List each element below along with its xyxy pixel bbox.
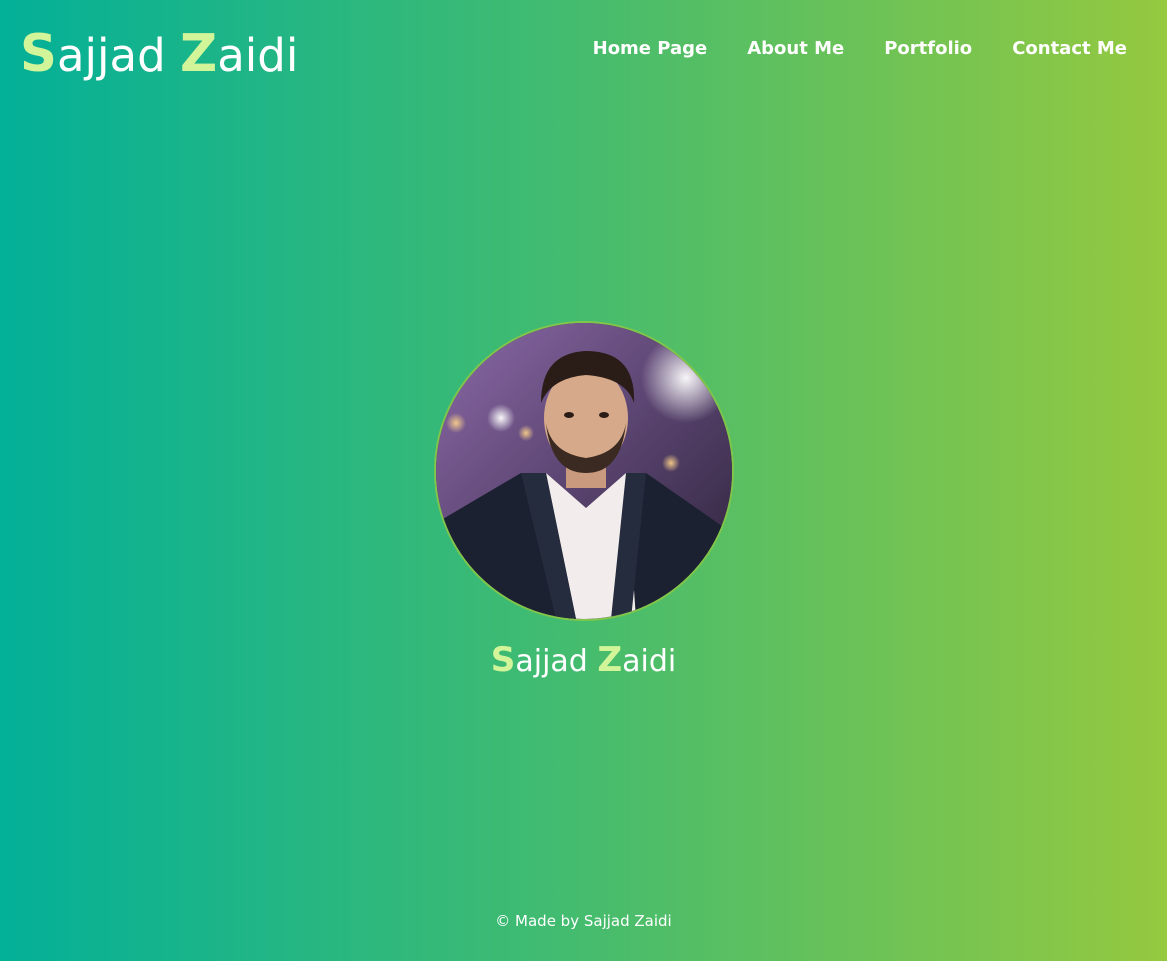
main-navigation: Home Page About Me Portfolio Contact Me: [553, 38, 1127, 59]
hero-name: Sajjad Zaidi: [0, 640, 1167, 681]
profile-photo: [434, 321, 734, 621]
profile-portrait-illustration: [436, 323, 732, 619]
hero-first-rest: ajjad: [515, 644, 598, 679]
logo-first-rest: ajjad: [56, 29, 180, 82]
nav-portfolio[interactable]: Portfolio: [884, 38, 972, 59]
nav-contact-me[interactable]: Contact Me: [1012, 38, 1127, 59]
logo-first-initial: S: [20, 24, 57, 84]
hero-last-rest: aidi: [622, 644, 677, 679]
logo-last-rest: aidi: [217, 29, 299, 82]
footer-credit: © Made by Sajjad Zaidi: [495, 912, 672, 930]
site-logo[interactable]: Sajjad Zaidi: [20, 26, 298, 82]
logo-last-initial: Z: [179, 24, 218, 84]
hero-first-initial: S: [490, 640, 516, 680]
hero-last-initial: Z: [597, 640, 623, 680]
nav-about-me[interactable]: About Me: [747, 38, 844, 59]
nav-home-page[interactable]: Home Page: [593, 38, 708, 59]
